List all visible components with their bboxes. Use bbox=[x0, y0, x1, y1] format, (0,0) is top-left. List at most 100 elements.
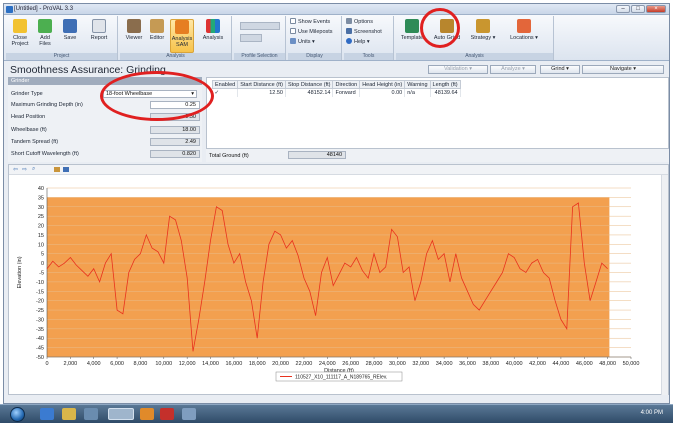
column-header[interactable]: Warning bbox=[404, 80, 431, 89]
column-header[interactable]: Head Height (in) bbox=[359, 80, 406, 89]
y-tick-label: 5 bbox=[41, 252, 44, 258]
x-tick-label: 42,000 bbox=[529, 361, 546, 367]
vertical-scrollbar[interactable] bbox=[661, 175, 668, 395]
x-tick-label: 32,000 bbox=[412, 361, 429, 367]
show-events-label: Show Events bbox=[298, 19, 331, 25]
add-files-icon bbox=[38, 19, 52, 33]
x-tick-label: 40,000 bbox=[506, 361, 523, 367]
y-tick-label: -5 bbox=[39, 271, 44, 277]
column-header[interactable]: Direction bbox=[332, 80, 361, 89]
table-row[interactable]: ✓ 12.50 48152.14 Forward 0.00 n/a 48139.64 bbox=[212, 88, 461, 97]
back-arrow-icon[interactable]: ⇦ bbox=[13, 166, 18, 173]
x-tick-label: 26,000 bbox=[342, 361, 359, 367]
checkbox-icon bbox=[290, 18, 296, 24]
navigate-button[interactable]: Navigate ▾ bbox=[582, 65, 664, 74]
y-tick-label: -50 bbox=[36, 355, 44, 361]
add-files-button[interactable]: Add Files bbox=[34, 19, 56, 47]
save-button[interactable]: Save bbox=[59, 19, 81, 41]
x-tick-label: 10,000 bbox=[155, 361, 172, 367]
taskbar: 4:00 PM bbox=[0, 404, 673, 423]
locations-button[interactable]: Locations ▾ bbox=[504, 19, 544, 41]
x-tick-label: 2,000 bbox=[63, 361, 77, 367]
close-window-button[interactable]: × bbox=[646, 5, 666, 13]
y-axis-label: Elevation (in) bbox=[17, 256, 23, 288]
profile-selector-icon[interactable] bbox=[240, 22, 280, 30]
column-header[interactable]: Start Distance (ft) bbox=[237, 80, 286, 89]
x-tick-label: 14,000 bbox=[202, 361, 219, 367]
ribbon-group-display: Show Events Use Mileposts Units ▾ Displa… bbox=[288, 16, 342, 60]
x-tick-label: 4,000 bbox=[87, 361, 101, 367]
help-button[interactable]: Help ▾ bbox=[346, 38, 370, 45]
title-bar: [Untitled] - ProVAL 3.3 – □ × bbox=[4, 4, 669, 15]
column-header[interactable]: Stop Distance (ft) bbox=[284, 80, 334, 89]
options-button[interactable]: Options bbox=[346, 18, 373, 25]
show-events-toggle[interactable]: Show Events bbox=[290, 18, 330, 25]
grind-table: Enabled Start Distance (ft) Stop Distance … bbox=[211, 80, 461, 97]
zoom-icon[interactable]: ⌕ bbox=[32, 166, 35, 173]
app-icon bbox=[6, 6, 13, 13]
elevation-chart: 40 35 30 25 20 15 10 5 0 -5 -10 -15 -20 -25 -30 -35 -40 -… bbox=[17, 186, 639, 382]
strategy-label: Strategy bbox=[470, 35, 492, 41]
folder-icon bbox=[13, 19, 27, 33]
ie-icon[interactable] bbox=[40, 408, 54, 420]
editor-button[interactable]: Editor bbox=[146, 19, 168, 41]
viewer-button[interactable]: Viewer bbox=[124, 19, 144, 41]
navigate-label: Navigate bbox=[609, 66, 632, 72]
ribbon-group-tools: Options Screenshot Help ▾ Tools bbox=[344, 16, 394, 60]
x-tick-label: 24,000 bbox=[319, 361, 336, 367]
editor-icon bbox=[150, 19, 164, 33]
close-project-button[interactable]: Close Project bbox=[9, 19, 31, 47]
total-ground-label: Total Ground (ft) bbox=[209, 153, 249, 159]
app2-icon[interactable] bbox=[182, 408, 196, 420]
analyze-button[interactable]: Analyze ▾ bbox=[490, 65, 536, 74]
column-header[interactable]: Length (ft) bbox=[429, 80, 461, 89]
y-tick-label: 30 bbox=[38, 205, 44, 211]
start-button[interactable] bbox=[10, 407, 25, 422]
pdf-icon[interactable] bbox=[160, 408, 174, 420]
media-icon[interactable] bbox=[140, 408, 154, 420]
screenshot-button[interactable]: Screenshot bbox=[346, 28, 382, 35]
use-mileposts-toggle[interactable]: Use Mileposts bbox=[290, 28, 333, 35]
save-chart-icon[interactable] bbox=[63, 167, 69, 172]
analysis-sam-button[interactable]: Analysis SAM bbox=[170, 19, 194, 53]
strategy-button[interactable]: Strategy ▾ bbox=[466, 19, 500, 41]
maximize-button[interactable]: □ bbox=[631, 5, 645, 13]
table-cell: Forward bbox=[332, 88, 361, 97]
app-icon[interactable] bbox=[84, 408, 98, 420]
column-header[interactable]: Enabled bbox=[211, 80, 239, 89]
y-tick-label: -25 bbox=[36, 308, 44, 314]
folder-icon[interactable] bbox=[54, 167, 60, 172]
x-tick-label: 48,000 bbox=[599, 361, 616, 367]
minimize-button[interactable]: – bbox=[616, 5, 630, 13]
y-tick-label: 25 bbox=[38, 214, 44, 220]
locations-icon bbox=[517, 19, 531, 33]
analysis-group-label: Analysis bbox=[396, 53, 553, 60]
x-tick-label: 44,000 bbox=[553, 361, 570, 367]
tray-icons[interactable] bbox=[510, 408, 550, 420]
report-button[interactable]: Report bbox=[86, 19, 112, 41]
project-group-label: Project bbox=[6, 53, 117, 60]
annotation-circle-grinder-type bbox=[100, 71, 214, 121]
table-cell[interactable]: ✓ bbox=[212, 88, 239, 97]
table-cell: 48139.64 bbox=[430, 88, 461, 97]
use-mileposts-label: Use Mileposts bbox=[298, 29, 333, 35]
validation-button[interactable]: Validation ▾ bbox=[428, 65, 488, 74]
profile-toggle-icon[interactable] bbox=[240, 34, 262, 42]
total-ground-row: Total Ground (ft) 48140 bbox=[206, 149, 669, 162]
save-icon bbox=[63, 19, 77, 33]
y-tick-label: -30 bbox=[36, 317, 44, 323]
analysis-icon bbox=[206, 19, 220, 33]
grinder-type-label: Grinder Type bbox=[11, 91, 43, 97]
units-dropdown[interactable]: Units ▾ bbox=[290, 38, 315, 45]
explorer-icon[interactable] bbox=[62, 408, 76, 420]
proval-taskbar-button[interactable] bbox=[108, 408, 134, 420]
tandem-spread-value: 2.49 bbox=[150, 138, 200, 146]
analysis-button[interactable]: Analysis bbox=[198, 19, 228, 41]
y-tick-label: 15 bbox=[38, 233, 44, 239]
units-icon bbox=[290, 38, 296, 44]
y-tick-label: -20 bbox=[36, 299, 44, 305]
analyze-label: Analyze bbox=[501, 66, 521, 72]
grind-button[interactable]: Grind ▾ bbox=[540, 65, 580, 74]
forward-arrow-icon[interactable]: ⇨ bbox=[22, 166, 27, 173]
display-group-label: Display bbox=[288, 53, 341, 60]
